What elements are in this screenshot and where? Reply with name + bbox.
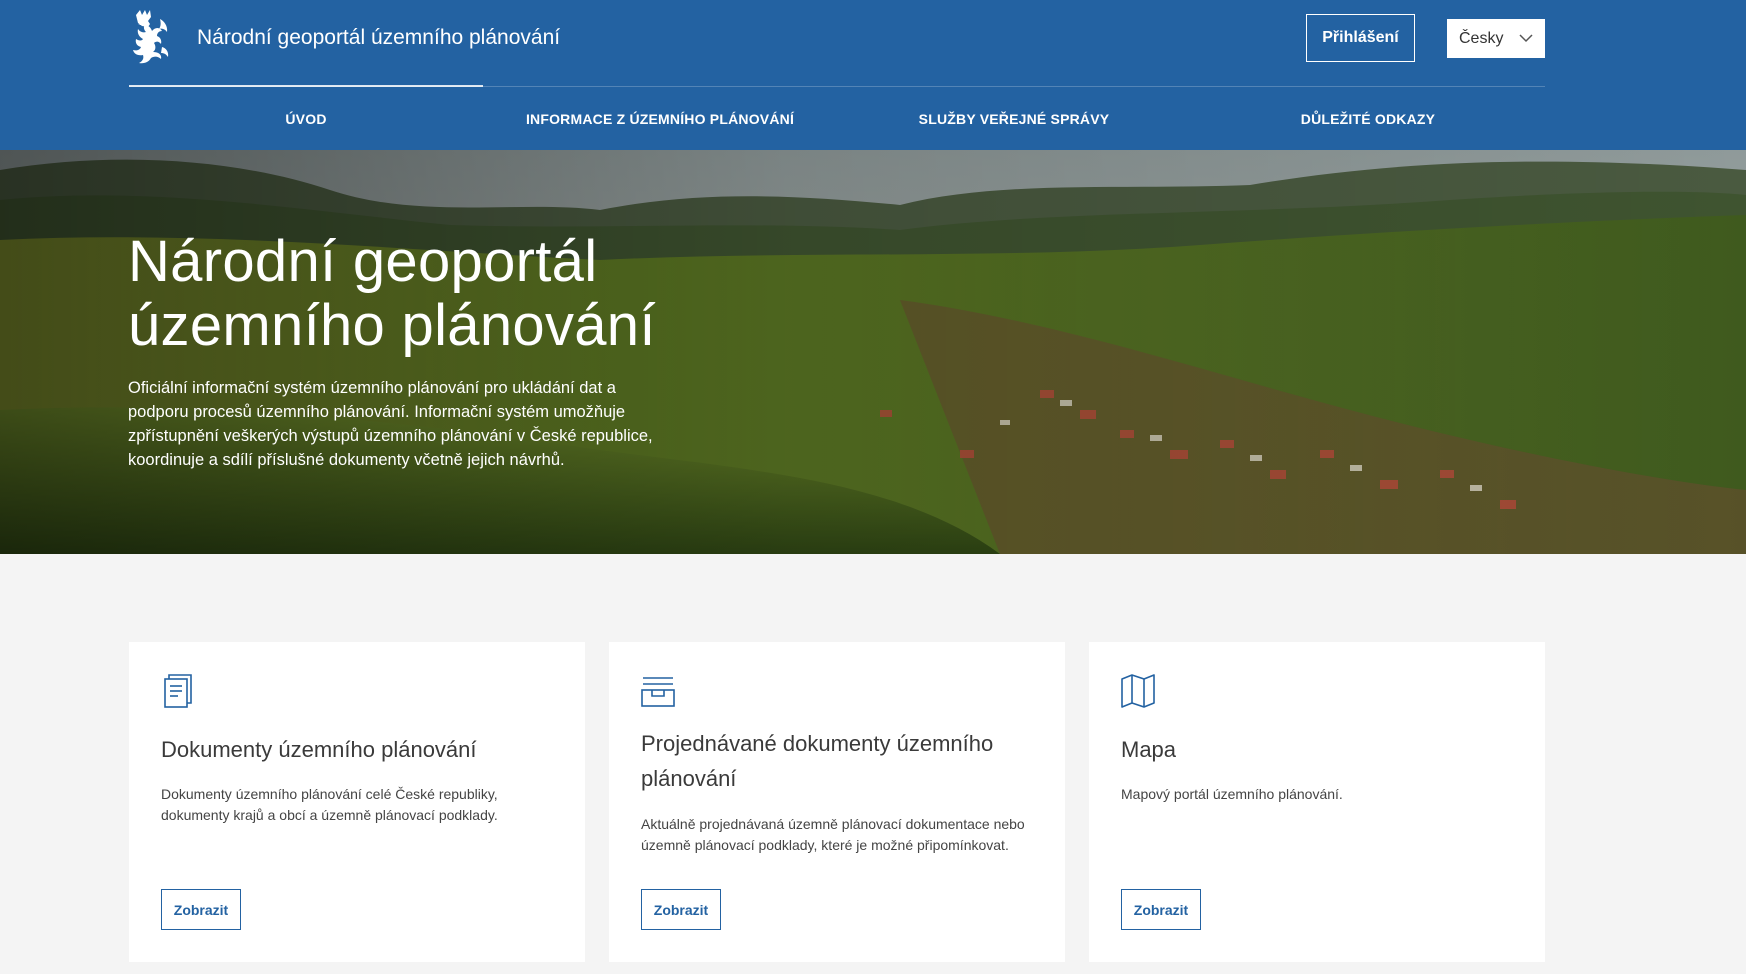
hero-banner: Národní geoportál územního plánování Ofi… — [0, 150, 1746, 554]
show-button[interactable]: Zobrazit — [641, 889, 721, 930]
czech-lion-logo-icon[interactable] — [126, 9, 174, 67]
site-header: Národní geoportál územního plánování Při… — [0, 0, 1746, 150]
language-select[interactable]: Česky — [1447, 19, 1545, 58]
card-projednavane: Projednávané dokumenty územního plánován… — [609, 642, 1065, 962]
nav-item-uvod[interactable]: Úvod — [129, 87, 483, 150]
inbox-icon — [641, 677, 675, 707]
hero-title-line2: územního plánování — [128, 293, 656, 358]
card-title[interactable]: Mapa — [1121, 732, 1176, 767]
card-text: Dokumenty územního plánování celé České … — [161, 786, 498, 823]
nav-item-odkazy[interactable]: Důležité odkazy — [1191, 87, 1545, 150]
document-icon — [164, 674, 192, 708]
card-mapa: Mapa Mapový portál územního plánování. Z… — [1089, 642, 1545, 962]
show-button[interactable]: Zobrazit — [161, 889, 241, 930]
chevron-down-icon — [1519, 34, 1533, 43]
hero-description: Oficiální informační systém územního plá… — [128, 379, 653, 469]
card-text: Mapový portál územního plánování. — [1121, 786, 1343, 802]
card-dokumenty: Dokumenty územního plánování Dokumenty ú… — [129, 642, 585, 962]
map-icon — [1121, 674, 1155, 708]
card-text: Aktuálně projednávaná územně plánovací d… — [641, 816, 1025, 853]
hero-title: Národní geoportál územního plánování — [128, 230, 656, 358]
login-button[interactable]: Přihlášení — [1306, 14, 1415, 62]
card-title[interactable]: Dokumenty územního plánování — [161, 732, 477, 767]
card-title[interactable]: Projednávané dokumenty územního plánován… — [641, 726, 1065, 796]
site-title[interactable]: Národní geoportál územního plánování — [197, 24, 560, 52]
hero-title-line1: Národní geoportál — [128, 229, 598, 294]
nav-item-sluzby[interactable]: Služby veřejné správy — [837, 87, 1191, 150]
language-value: Česky — [1459, 29, 1504, 47]
show-button[interactable]: Zobrazit — [1121, 889, 1201, 930]
main-nav: Úvod Informace z územního plánování Služ… — [129, 87, 1545, 150]
nav-item-informace[interactable]: Informace z územního plánování — [483, 87, 837, 150]
